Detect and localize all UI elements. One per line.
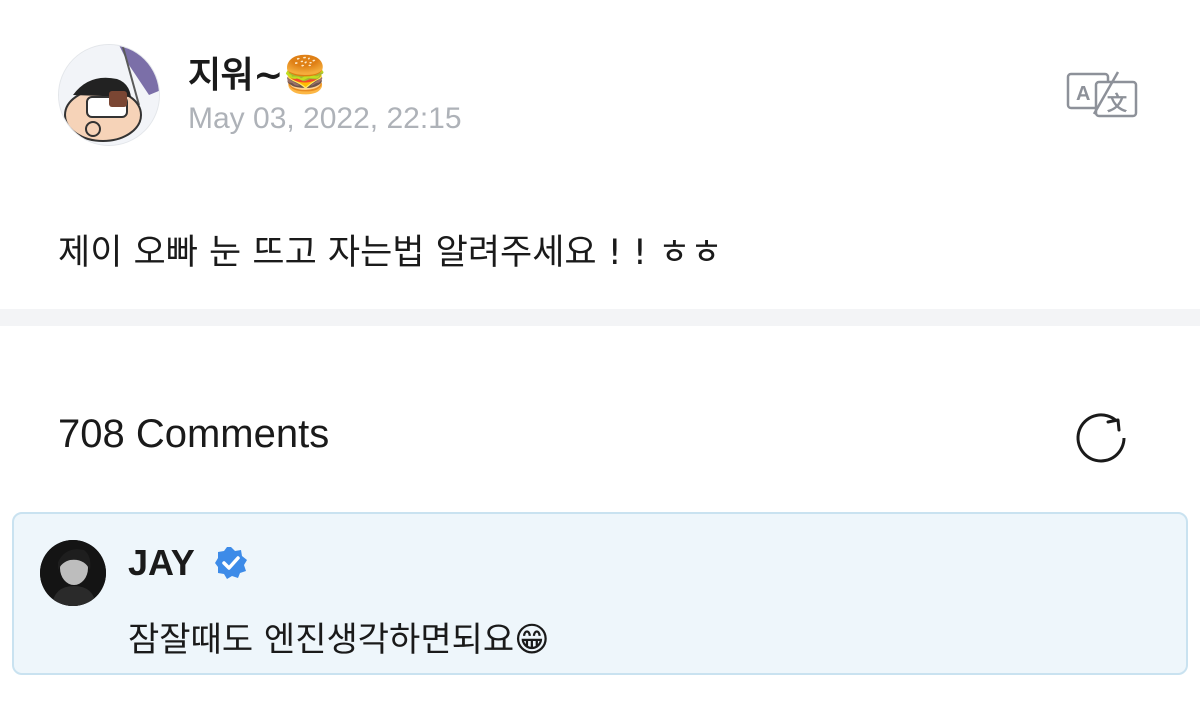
- verified-badge-icon: [214, 546, 248, 580]
- user-avatar[interactable]: [58, 44, 160, 146]
- jay-avatar[interactable]: [40, 540, 106, 606]
- comment-text: 잠잘때도 엔진생각하면되요😁: [128, 620, 550, 660]
- post-author-name[interactable]: 지워~🍔: [188, 46, 328, 98]
- artist-avatar-icon: [40, 540, 106, 606]
- translate-button[interactable]: A 文: [1066, 70, 1138, 118]
- section-divider: [0, 309, 1200, 326]
- cartoon-avatar-icon: [59, 45, 159, 145]
- post-timestamp: May 03, 2022, 22:15: [188, 102, 462, 135]
- comments-count: 708 Comments: [58, 412, 330, 456]
- artist-comment[interactable]: JAY 잠잘때도 엔진생각하면되요😁: [12, 512, 1188, 675]
- refresh-icon: [1076, 413, 1126, 463]
- svg-text:A: A: [1076, 83, 1090, 105]
- translate-icon: A 文: [1066, 71, 1138, 118]
- svg-text:文: 文: [1107, 91, 1128, 115]
- comment-author-name[interactable]: JAY: [128, 542, 195, 584]
- post-header: 지워~🍔 May 03, 2022, 22:15 A 文: [58, 44, 1158, 148]
- refresh-button[interactable]: [1074, 412, 1130, 464]
- post-body-text: 제이 오빠 눈 뜨고 자는법 알려주세요 ! ! ㅎㅎ: [58, 233, 723, 273]
